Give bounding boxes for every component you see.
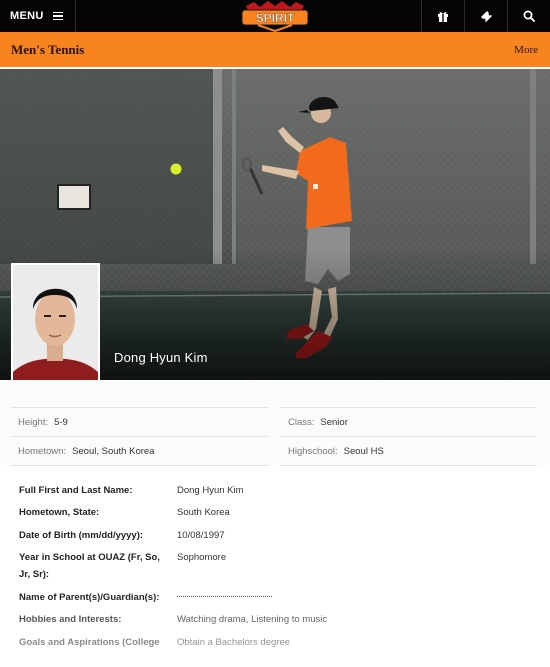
- bio-details: Height: 5-9 Class: Senior Hometown: Seou…: [0, 380, 550, 466]
- sport-bar: Men's Tennis More: [0, 32, 550, 67]
- bio-height: Height: 5-9: [11, 408, 268, 437]
- qa-answer: Dong Hyun Kim: [177, 485, 244, 496]
- player-headshot: [11, 263, 100, 394]
- bio-highschool-label: Highschool:: [288, 445, 338, 457]
- ticket-icon[interactable]: [464, 0, 507, 32]
- qa-question: Full First and Last Name:: [19, 485, 133, 496]
- menu-button[interactable]: MENU: [0, 0, 76, 32]
- menu-label: MENU: [10, 10, 44, 22]
- bio-class: Class: Senior: [280, 408, 537, 437]
- logo-text: SPIRIT: [256, 11, 295, 25]
- qa-question: Hobbies and Interests:: [19, 614, 122, 625]
- hamburger-icon: [52, 12, 63, 20]
- header-icons: [421, 0, 550, 32]
- bio-class-value: Senior: [320, 416, 348, 428]
- bio-hometown-label: Hometown:: [18, 445, 67, 457]
- more-link[interactable]: More: [514, 44, 538, 56]
- gift-icon[interactable]: [421, 0, 464, 32]
- player-name: Dong Hyun Kim: [114, 350, 208, 365]
- qa-question: Hometown, State:: [19, 507, 100, 518]
- qa-answer: South Korea: [177, 507, 230, 518]
- bio-height-label: Height:: [18, 416, 49, 428]
- search-icon[interactable]: [507, 0, 550, 32]
- qa-question: Year in School at OUAZ (Fr, So, Jr, Sr):: [19, 552, 160, 580]
- qa-question: Name of Parent(s)/Guardian(s):: [19, 592, 160, 603]
- redacted-text: [177, 596, 272, 600]
- bio-hometown-value: Seoul, South Korea: [72, 445, 155, 457]
- qa-answer: Sophomore: [177, 552, 227, 563]
- qa-answer: 10/08/1997: [177, 530, 225, 541]
- bio-height-value: 5-9: [54, 416, 68, 428]
- bio-hometown: Hometown: Seoul, South Korea: [11, 437, 268, 466]
- sport-title[interactable]: Men's Tennis: [11, 42, 84, 58]
- qa-answer-redacted: [177, 589, 517, 606]
- site-header: MENU SPIRIT: [0, 0, 550, 33]
- qa-question: Goals and Aspirations (College: [19, 637, 160, 648]
- player-questionnaire: Full First and Last Name: Dong Hyun Kim …: [0, 466, 550, 667]
- bio-class-label: Class:: [288, 416, 315, 428]
- qa-question: Date of Birth (mm/dd/yyyy):: [19, 530, 144, 541]
- bio-highschool-value: Seoul HS: [343, 445, 384, 457]
- qa-answer: Obtain a Bachelors degree: [177, 637, 291, 648]
- qa-answer: Watching drama, Listening to music: [177, 614, 328, 625]
- bio-highschool: Highschool: Seoul HS: [280, 437, 537, 466]
- spirit-logo[interactable]: SPIRIT: [240, 0, 310, 33]
